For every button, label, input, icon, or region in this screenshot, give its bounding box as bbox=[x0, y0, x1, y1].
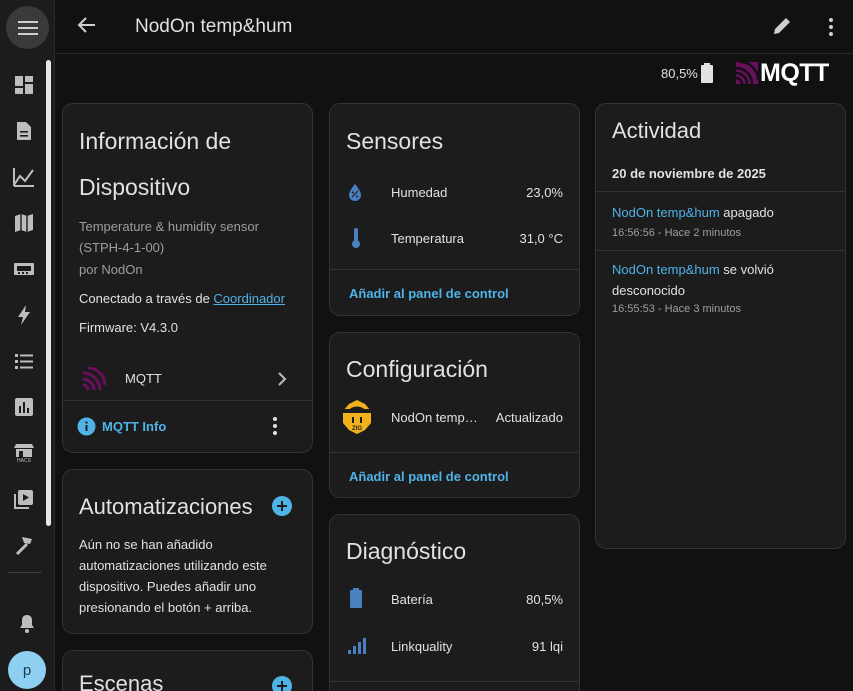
edit-pencil-icon[interactable] bbox=[772, 16, 794, 38]
statistics-icon[interactable] bbox=[12, 395, 36, 419]
chevron-right-icon bbox=[278, 372, 287, 386]
history-icon[interactable] bbox=[12, 165, 36, 189]
top-bar: NodOn temp&hum bbox=[55, 0, 853, 54]
diagnostic-value: 91 lqi bbox=[531, 639, 563, 654]
mqtt-info-button[interactable]: MQTT Info bbox=[77, 415, 166, 437]
add-automation-icon[interactable] bbox=[272, 496, 292, 516]
dashboard-icon[interactable] bbox=[12, 73, 36, 97]
page-title: NodOn temp&hum bbox=[135, 16, 293, 37]
sensors-title: Sensores bbox=[346, 128, 444, 154]
water-percent-icon bbox=[349, 184, 361, 201]
more-vert-icon[interactable] bbox=[820, 16, 842, 38]
thermometer-icon bbox=[352, 228, 360, 248]
activity-entry-time: 16:55:53 - Hace 3 minutos bbox=[612, 303, 742, 315]
mqtt-integration-icon bbox=[82, 367, 106, 391]
sidebar-scrollbar[interactable] bbox=[46, 60, 51, 526]
diagnostics-title: Diagnóstico bbox=[346, 538, 467, 564]
sensor-value: 23,0% bbox=[526, 185, 563, 200]
automation-bolt-icon[interactable] bbox=[12, 303, 36, 327]
activity-entry-text: apagado bbox=[719, 205, 774, 220]
notifications-bell-icon[interactable] bbox=[15, 612, 39, 636]
add-scene-icon[interactable] bbox=[272, 676, 292, 691]
automations-empty-text: Aún no se han añadido automatizaciones u… bbox=[79, 537, 267, 615]
activity-title: Actividad bbox=[612, 118, 702, 143]
activity-date: 20 de noviembre de 2025 bbox=[612, 166, 766, 181]
menu-button[interactable] bbox=[6, 6, 49, 49]
diagnostic-label: Linkquality bbox=[391, 639, 453, 654]
activity-entity-link[interactable]: NodOn temp&hum bbox=[612, 205, 720, 220]
diagnostics-divider bbox=[330, 681, 579, 682]
device-info-more-icon[interactable] bbox=[265, 416, 285, 436]
scenes-title: Escenas bbox=[79, 671, 164, 691]
scenes-card: Escenas bbox=[62, 650, 313, 691]
device-info-title-line1: Información de bbox=[79, 128, 232, 154]
signal-strength-icon bbox=[348, 638, 366, 654]
hacs-label: HACS bbox=[17, 457, 31, 464]
diagnostic-row-linkquality[interactable]: Linkquality 91 lqi bbox=[330, 628, 579, 668]
diagnostic-value: 80,5% bbox=[526, 592, 563, 607]
automations-card: Automatizaciones Aún no se han añadido a… bbox=[62, 469, 313, 634]
connected-via: Conectado a través de Coordinador bbox=[79, 291, 285, 306]
activity-card: Actividad 20 de noviembre de 2025 NodOn … bbox=[595, 103, 846, 549]
user-avatar[interactable]: p bbox=[8, 651, 46, 689]
device-model: Temperature & humidity sensor bbox=[79, 219, 259, 234]
device-info-card: Información de Dispositivo Temperature &… bbox=[62, 103, 313, 453]
map-icon[interactable] bbox=[12, 211, 36, 235]
energy-icon[interactable] bbox=[12, 257, 36, 281]
configuration-add-to-dashboard-button[interactable]: Añadir al panel de control bbox=[349, 469, 509, 484]
logbook-icon[interactable] bbox=[12, 119, 36, 143]
configuration-row-firmware-update[interactable]: ZIG NodOn temp… Actualizado bbox=[330, 397, 579, 437]
diagnostic-label: Batería bbox=[391, 592, 433, 607]
sensor-label: Temperatura bbox=[391, 231, 464, 246]
diagnostics-card: Diagnóstico Batería 80,5% Linkquality 91… bbox=[329, 514, 580, 691]
sidebar-divider bbox=[8, 572, 42, 573]
mqtt-logo: MQTT bbox=[736, 58, 829, 87]
sensors-card: Sensores Humedad 23,0% Temperatura 31,0 … bbox=[329, 103, 580, 316]
automations-title: Automatizaciones bbox=[79, 494, 253, 519]
device-info-divider bbox=[63, 400, 312, 401]
configuration-divider bbox=[330, 452, 579, 453]
device-model-id: (STPH-4-1-00) bbox=[79, 240, 165, 255]
sensor-row-temperature[interactable]: Temperatura 31,0 °C bbox=[330, 222, 579, 262]
sensor-label: Humedad bbox=[391, 185, 448, 200]
mqtt-waves-icon bbox=[736, 62, 758, 84]
svg-text:ZIG: ZIG bbox=[352, 426, 362, 432]
sensors-add-to-dashboard-button[interactable]: Añadir al panel de control bbox=[349, 286, 509, 301]
integration-row-mqtt[interactable]: MQTT bbox=[63, 357, 312, 401]
todo-list-icon[interactable] bbox=[12, 349, 36, 373]
diagnostic-row-battery[interactable]: Batería 80,5% bbox=[330, 581, 579, 621]
device-manufacturer: por NodOn bbox=[79, 262, 143, 277]
coordinator-link[interactable]: Coordinador bbox=[213, 291, 285, 306]
battery-diagnostic-icon bbox=[350, 588, 362, 608]
mqtt-logo-text: MQTT bbox=[760, 58, 829, 87]
device-info-title-line2: Dispositivo bbox=[79, 174, 191, 200]
activity-date-divider bbox=[596, 191, 845, 192]
activity-entity-link[interactable]: NodOn temp&hum bbox=[612, 262, 720, 277]
sensor-row-humidity[interactable]: Humedad 23,0% bbox=[330, 176, 579, 216]
hamburger-icon bbox=[17, 20, 38, 35]
hacs-icon[interactable]: HACS bbox=[12, 441, 36, 465]
back-arrow-icon[interactable] bbox=[77, 15, 101, 39]
mqtt-info-label: MQTT Info bbox=[102, 418, 167, 434]
info-icon bbox=[77, 417, 96, 435]
firmware-version: Firmware: V4.3.0 bbox=[79, 320, 178, 335]
configuration-title: Configuración bbox=[346, 356, 488, 382]
sidebar: HACS p bbox=[0, 0, 55, 691]
battery-icon bbox=[700, 63, 714, 83]
sensors-divider bbox=[330, 269, 579, 270]
connected-prefix: Conectado a través de bbox=[79, 291, 214, 306]
config-row-value: Actualizado bbox=[495, 410, 563, 425]
activity-entry: NodOn temp&hum apagado bbox=[612, 203, 837, 222]
configuration-card: Configuración ZIG NodOn temp… Actualizad… bbox=[329, 332, 580, 498]
config-row-label: NodOn temp… bbox=[391, 410, 478, 425]
activity-entry-divider bbox=[596, 250, 845, 251]
sensor-value: 31,0 °C bbox=[519, 231, 563, 246]
developer-tools-icon[interactable] bbox=[12, 533, 36, 557]
media-icon[interactable] bbox=[12, 487, 36, 511]
activity-entry: NodOn temp&hum se volvió desconocido bbox=[612, 259, 802, 301]
device-firmware-icon: ZIG bbox=[340, 400, 374, 434]
battery-level-text: 80,5% bbox=[661, 66, 698, 81]
integration-name: MQTT bbox=[125, 371, 162, 386]
activity-entry-time: 16:56:56 - Hace 2 minutos bbox=[612, 227, 742, 239]
